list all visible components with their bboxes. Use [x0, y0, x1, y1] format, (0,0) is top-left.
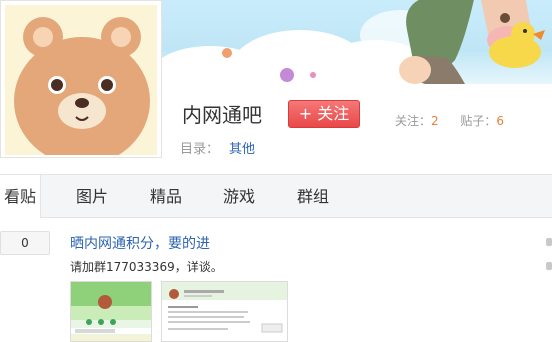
forum-tab-bar: 看贴 图片 精品 游戏 群组 [0, 174, 552, 218]
banner-character-illustration [399, 0, 545, 84]
forum-avatar [5, 5, 157, 155]
follow-button[interactable]: + 关注 [288, 100, 360, 128]
bear-avatar-image [14, 17, 150, 155]
forum-title: 内网通吧 [182, 103, 262, 127]
author-icon [546, 238, 552, 246]
post-count: 6 [496, 114, 504, 128]
reply-icon [546, 262, 552, 270]
post-count-label: 贴子： [460, 114, 497, 128]
thread-title-link[interactable]: 晒内网通积分，要的进 [70, 233, 210, 253]
follow-count-label: 关注： [395, 114, 432, 128]
tab-featured[interactable]: 精品 [150, 175, 182, 218]
catalog-link[interactable]: 其他 [229, 142, 255, 157]
tab-pictures[interactable]: 图片 [76, 175, 108, 218]
thumbnail-image-2 [162, 282, 287, 333]
forum-catalog: 目录： 其他 [180, 138, 255, 157]
reply-count-badge: 0 [0, 231, 50, 255]
tab-games[interactable]: 游戏 [223, 175, 255, 218]
forum-avatar-frame[interactable] [0, 0, 162, 158]
catalog-label: 目录： [180, 142, 220, 157]
tab-posts[interactable]: 看贴 [0, 175, 42, 218]
thread-abstract: 请加群177033369，详谈。 [70, 260, 223, 274]
follow-count: 2 [431, 114, 439, 128]
forum-stats: 关注：2 贴子：6 [395, 112, 504, 129]
thread-thumbnail-2[interactable] [161, 281, 288, 342]
thumbnail-image-1 [71, 282, 151, 341]
thread-thumbnail-1[interactable] [70, 281, 152, 342]
tab-groups[interactable]: 群组 [297, 175, 329, 218]
